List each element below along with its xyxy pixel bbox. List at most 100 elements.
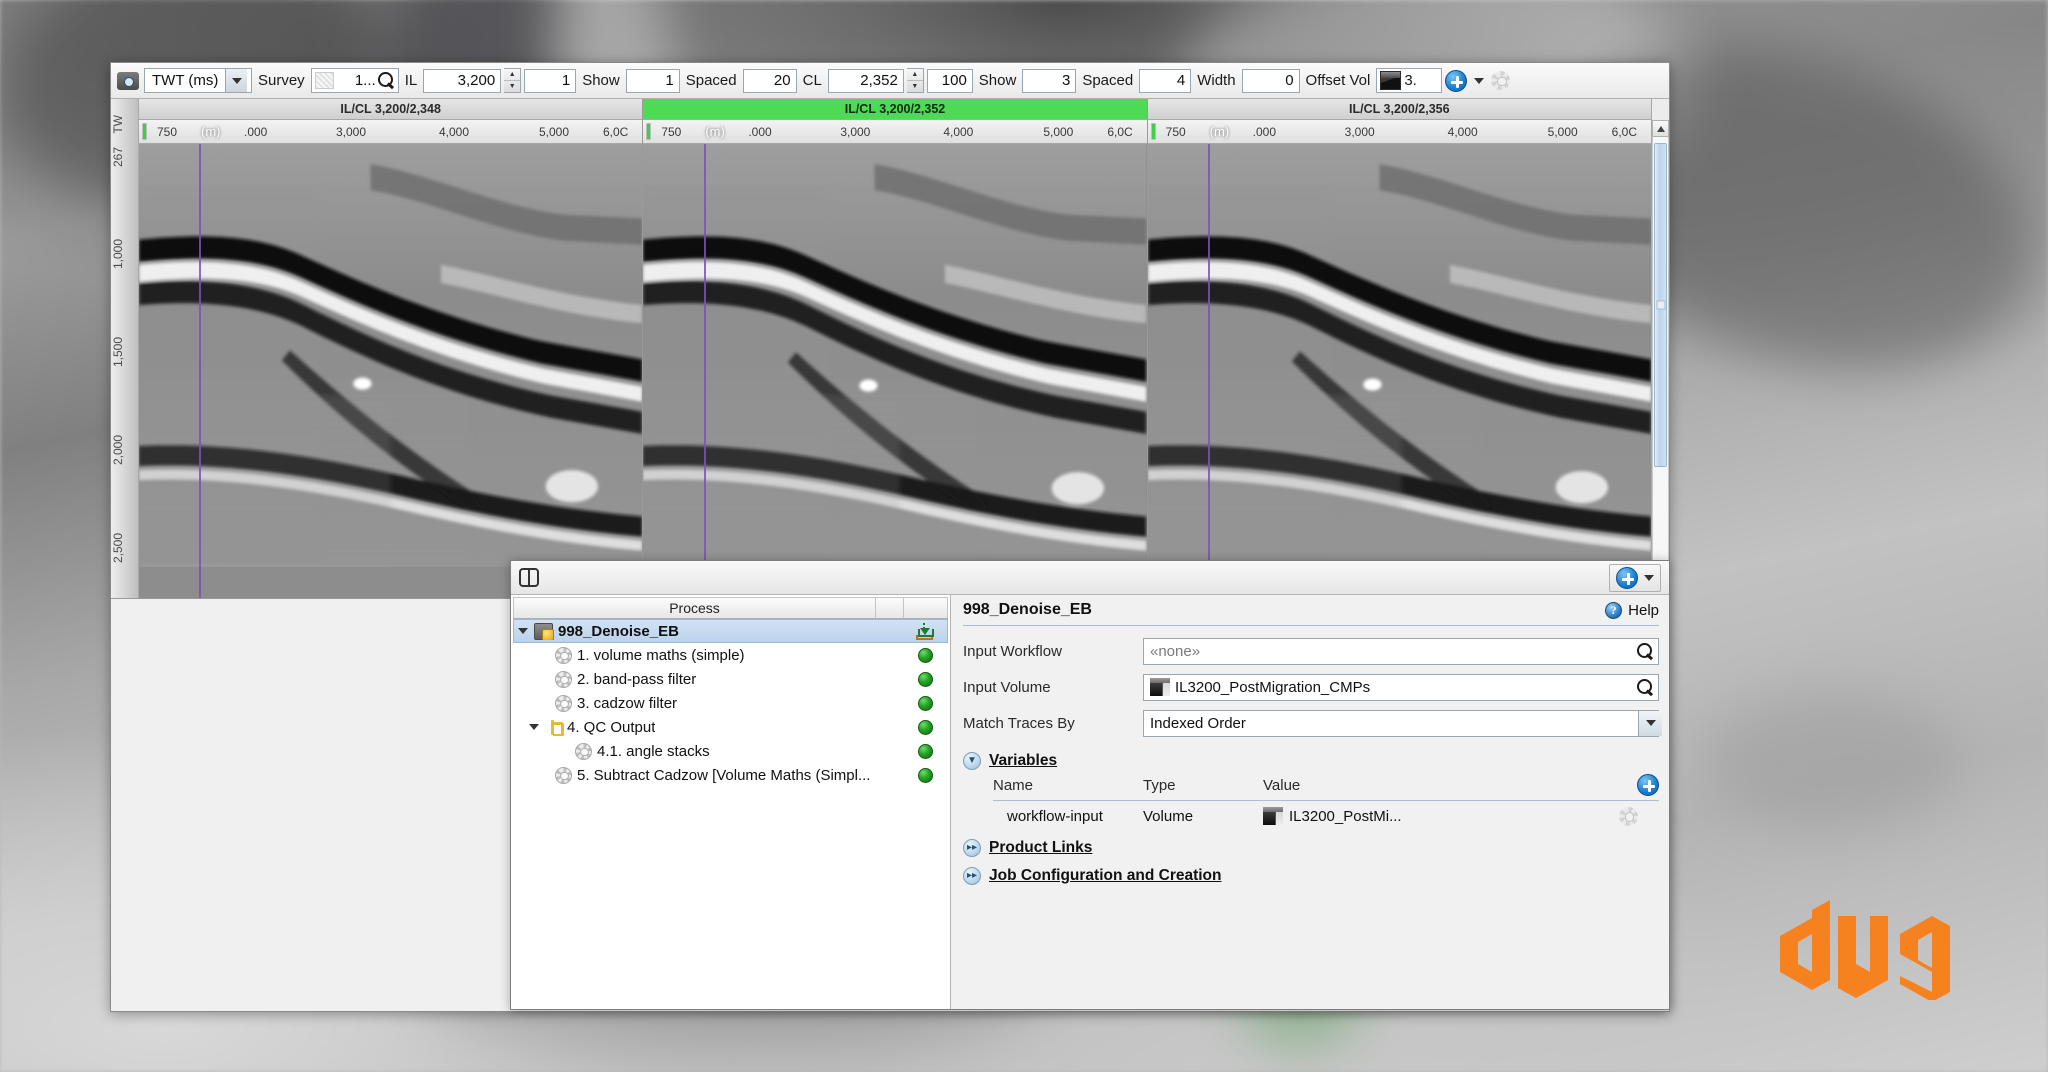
table-row[interactable]: 2. band-pass filter	[513, 667, 948, 691]
table-row[interactable]: 998_Denoise_EB	[513, 619, 948, 643]
add-icon[interactable]	[1637, 774, 1659, 796]
il-show-label: Show	[582, 72, 620, 89]
gear-icon[interactable]	[1491, 71, 1511, 90]
match-traces-label: Match Traces By	[963, 714, 1075, 732]
process-column-header[interactable]: Process	[513, 597, 876, 618]
chevron-down-circle-icon[interactable]: ▼	[963, 752, 981, 770]
seismic-section-image[interactable]	[139, 144, 643, 598]
chevron-down-icon[interactable]	[529, 724, 539, 730]
input-volume-label: Input Volume	[963, 678, 1051, 696]
process-label: 2. band-pass filter	[577, 670, 697, 688]
table-row[interactable]: 4.1. angle stacks	[513, 739, 948, 763]
status-badge[interactable]	[908, 719, 942, 735]
ruler-handle[interactable]	[1150, 123, 1156, 140]
job-config-section-header[interactable]: ▸▸ Job Configuration and Creation	[963, 867, 1659, 885]
search-icon[interactable]	[1637, 642, 1654, 660]
seismic-section-image[interactable]	[1147, 144, 1651, 598]
scroll-up-button[interactable]	[1652, 120, 1669, 137]
il-stepper[interactable]: ▲ ▼	[504, 68, 522, 93]
status-badge[interactable]	[908, 695, 942, 711]
il-step-input[interactable]: 1	[524, 68, 577, 93]
volume-cube-icon	[1150, 678, 1170, 696]
add-icon[interactable]	[1445, 69, 1468, 92]
variables-col-value: Value	[1263, 776, 1301, 794]
ruler-unit: (m)	[1209, 124, 1230, 139]
chevron-down-icon[interactable]	[1474, 77, 1485, 84]
download-icon[interactable]	[915, 622, 934, 640]
chevron-down-icon[interactable]	[1638, 710, 1662, 736]
width-input[interactable]: 0	[1241, 68, 1300, 93]
ruler-handle[interactable]	[142, 123, 147, 140]
process-label: 1. volume maths (simple)	[577, 646, 745, 664]
ruler-tick: .000	[1252, 124, 1277, 139]
search-icon[interactable]	[377, 72, 395, 89]
help-icon: ?	[1605, 601, 1623, 619]
status-badge[interactable]	[908, 743, 942, 759]
survey-thumbnail	[314, 72, 334, 89]
status-badge[interactable]	[908, 767, 942, 783]
panel-ruler[interactable]: 750 (m) .000 3,000 4,000 5,000 6,0C	[1147, 120, 1651, 144]
help-button[interactable]: ? Help	[1605, 601, 1659, 619]
variables-section-header[interactable]: ▼ Variables	[963, 752, 1659, 770]
variables-table: Name Type Value workflow-input Volume IL…	[993, 774, 1659, 831]
process-label: 5. Subtract Cadzow [Volume Maths (Simpl.…	[577, 766, 871, 784]
ruler-tick: .000	[748, 124, 772, 139]
status-badge[interactable]	[908, 671, 942, 687]
gear-icon[interactable]	[1619, 806, 1638, 826]
seismic-panels: IL/CL 3,200/2,348 750 (m) .000 3,000 4,0…	[139, 99, 1651, 598]
offset-volume-selector[interactable]: 3.	[1376, 68, 1443, 93]
process-tree-pane: Process 998_Denoise_EB 1. volume maths (…	[511, 595, 951, 1009]
ruler-handle[interactable]	[646, 123, 652, 140]
seismic-panel[interactable]: IL/CL 3,200/2,348 750 (m) .000 3,000 4,0…	[139, 99, 644, 598]
table-row[interactable]: 5. Subtract Cadzow [Volume Maths (Simpl.…	[513, 763, 948, 787]
panel-ruler[interactable]: 750 (m) .000 3,000 4,000 5,000 6,0C	[643, 120, 1147, 144]
ruler-unit: (m)	[201, 124, 221, 139]
chevron-down-icon[interactable]	[518, 628, 528, 634]
seismic-panel[interactable]: IL/CL 3,200/2,352 750 (m) .000 3,000 4,0…	[643, 99, 1148, 598]
scrollbar-track[interactable]	[1652, 137, 1669, 581]
cl-spaced-input[interactable]: 4	[1139, 68, 1192, 93]
survey-selector[interactable]: 1...	[310, 68, 399, 93]
table-row[interactable]: 4. QC Output	[513, 715, 948, 739]
split-view-icon[interactable]	[519, 568, 539, 587]
domain-combo[interactable]: TWT (ms)	[144, 68, 252, 93]
panel-ruler[interactable]: 750 (m) .000 3,000 4,000 5,000 6,0C	[139, 120, 643, 144]
camera-icon[interactable]	[117, 71, 139, 90]
ruler-tick: 6,0C	[1611, 124, 1638, 139]
ruler-tick: 5,000	[1043, 124, 1074, 139]
cl-show-input[interactable]: 3	[1022, 68, 1077, 93]
il-label: IL	[404, 72, 418, 89]
il-spaced-input[interactable]: 20	[742, 68, 797, 93]
survey-value: 1...	[354, 72, 376, 89]
chevron-right-circle-icon[interactable]: ▸▸	[963, 867, 981, 885]
table-row[interactable]: workflow-input Volume IL3200_PostMi...	[993, 801, 1659, 831]
twt-tick: 2,000	[111, 435, 125, 466]
search-icon[interactable]	[1637, 678, 1654, 696]
chevron-down-icon[interactable]	[1644, 574, 1654, 581]
ruler-tick: 6,0C	[1107, 124, 1133, 139]
chevron-right-circle-icon[interactable]: ▸▸	[963, 839, 981, 857]
scrollbar-thumb[interactable]	[1654, 143, 1667, 468]
add-icon[interactable]	[1616, 566, 1638, 589]
seismic-panel[interactable]: IL/CL 3,200/2,356 750 (m) .000 3,000 4,0…	[1147, 99, 1651, 598]
match-traces-select[interactable]: Indexed Order	[1143, 709, 1662, 737]
variables-col-type: Type	[1143, 776, 1176, 794]
cl-input[interactable]: 2,352	[827, 68, 904, 93]
status-badge[interactable]	[907, 622, 941, 640]
seismic-display-area: TW 267 1,000 1,500 2,000 2,500 IL/CL 3,2…	[111, 99, 1669, 599]
input-workflow-field[interactable]: «none»	[1143, 637, 1659, 665]
input-workflow-row: Input Workflow «none»	[963, 636, 1659, 666]
status-badge[interactable]	[908, 647, 942, 663]
table-row[interactable]: 1. volume maths (simple)	[513, 643, 948, 667]
seismic-section-image[interactable]	[643, 144, 1147, 598]
seismic-vertical-scrollbar[interactable]	[1651, 99, 1669, 598]
il-input[interactable]: 3,200	[423, 68, 502, 93]
table-row[interactable]: 3. cadzow filter	[513, 691, 948, 715]
properties-header: 998_Denoise_EB ? Help	[963, 601, 1659, 626]
product-links-section-header[interactable]: ▸▸ Product Links	[963, 839, 1659, 857]
cl-step-input[interactable]: 100	[926, 68, 973, 93]
input-volume-field[interactable]: IL3200_PostMigration_CMPs	[1143, 673, 1659, 701]
cl-stepper[interactable]: ▲ ▼	[906, 68, 924, 93]
il-show-input[interactable]: 1	[625, 68, 680, 93]
match-traces-value: Indexed Order	[1150, 714, 1246, 732]
